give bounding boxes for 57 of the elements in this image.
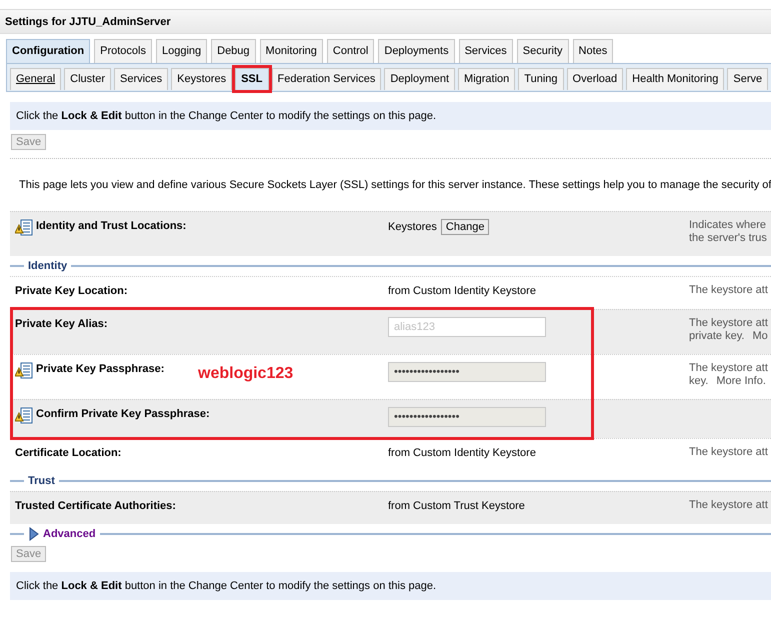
notice-text: Click the Lock & Edit button in the Change Center to modify the settings on this page. <box>10 572 771 600</box>
expand-arrow-icon[interactable] <box>28 527 39 541</box>
setting-value: Keystores <box>388 221 437 233</box>
subtab[interactable]: Cluster <box>64 68 111 90</box>
subtab[interactable]: Federation Services <box>272 68 382 90</box>
subtab[interactable]: Services <box>114 68 168 90</box>
subtab[interactable]: General <box>10 68 62 90</box>
more-info-link[interactable]: More Info. <box>716 375 766 387</box>
section-legend: Trust <box>28 474 55 488</box>
section-legend: Identity <box>28 259 68 273</box>
description-text: The keystore att <box>689 362 768 374</box>
setting-label: Private Key Alias: <box>15 317 108 331</box>
description-text: The keystore att <box>689 499 768 511</box>
setting-label: Trusted Certificate Authorities: <box>15 499 176 513</box>
more-info-link[interactable]: Mo <box>752 330 768 342</box>
tab[interactable]: Notes <box>572 39 614 63</box>
notice-text: Click the Lock & Edit button in the Change Center to modify the settings on this page. <box>10 102 771 130</box>
document-warning-icon <box>15 219 33 236</box>
tab[interactable]: Services <box>458 39 513 63</box>
setting-value: from Custom Identity Keystore <box>388 447 536 459</box>
subtab[interactable]: Tuning <box>518 68 564 90</box>
document-warning-icon <box>15 407 33 424</box>
document-warning-icon <box>15 362 33 379</box>
change-button[interactable]: Change <box>440 219 490 235</box>
description-text: The keystore att <box>689 284 768 296</box>
tab[interactable]: Debug <box>211 39 256 63</box>
description-text: key. <box>689 375 708 387</box>
setting-value: from Custom Trust Keystore <box>388 500 525 512</box>
tab[interactable]: Protocols <box>94 39 152 63</box>
setting-value: from Custom Identity Keystore <box>388 285 536 297</box>
subtab[interactable]: Health Monitoring <box>626 68 724 90</box>
tab[interactable]: Control <box>326 39 374 63</box>
setting-label: Identity and Trust Locations: <box>36 219 186 233</box>
tab[interactable]: Logging <box>156 39 208 63</box>
setting-label: Certificate Location: <box>15 446 122 460</box>
annotation-text: weblogic123 <box>198 367 294 381</box>
subtab[interactable]: Serve <box>727 68 768 90</box>
description-text: The keystore att <box>689 446 768 458</box>
description-text: the server's trus <box>689 232 767 244</box>
description-text: private key. <box>689 330 744 342</box>
password-field[interactable]: ••••••••••••••••• <box>388 407 546 427</box>
tab[interactable]: Monitoring <box>260 39 323 63</box>
setting-label: Private Key Passphrase: <box>36 362 164 376</box>
tab[interactable]: Security <box>516 39 569 63</box>
password-field[interactable]: ••••••••••••••••• <box>388 362 546 382</box>
page-title: Settings for JJTU_AdminServer <box>0 10 771 34</box>
subtab[interactable]: Overload <box>566 68 624 90</box>
subtab[interactable]: Deployment <box>384 68 456 90</box>
description-text: Indicates where <box>689 219 766 231</box>
tab[interactable]: Configuration <box>6 39 90 63</box>
subtab[interactable]: Keystores <box>171 68 232 90</box>
setting-label: Private Key Location: <box>15 284 128 298</box>
subtab[interactable]: Migration <box>458 68 516 90</box>
setting-label: Confirm Private Key Passphrase: <box>36 407 210 421</box>
description-text: The keystore att <box>689 317 768 329</box>
advanced-link[interactable]: Advanced <box>43 527 96 541</box>
tab[interactable]: Deployments <box>378 39 455 63</box>
